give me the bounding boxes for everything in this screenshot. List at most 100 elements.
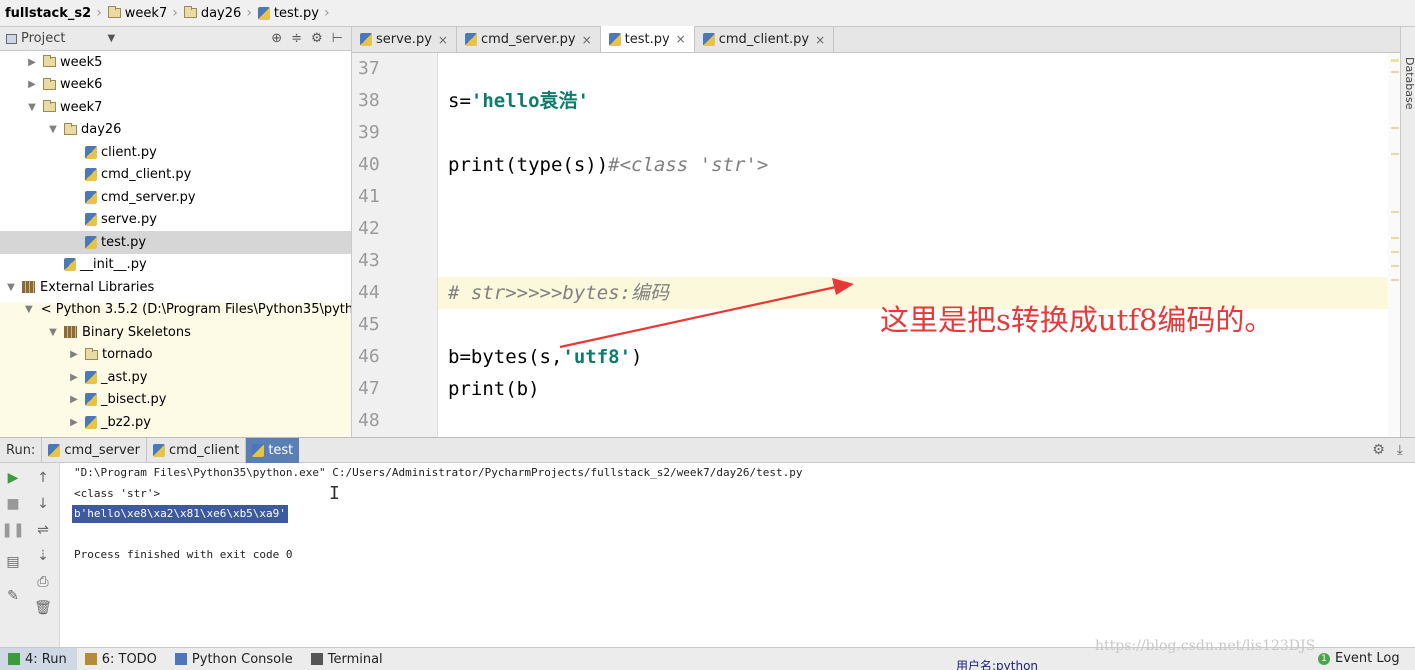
code-marker[interactable] [1391, 237, 1399, 239]
editor-tab[interactable]: serve.py × [352, 27, 457, 52]
console-line[interactable]: Process finished with exit code 0 [74, 546, 293, 564]
tree-row[interactable]: ▼ External Libraries [0, 276, 351, 299]
tool-window-button[interactable]: 6: TODO [77, 648, 167, 670]
collapsed-arrow-icon[interactable]: ▶ [67, 372, 81, 383]
expanded-arrow-icon[interactable]: ▼ [46, 124, 60, 135]
tree-row[interactable]: __init__.py [0, 254, 351, 277]
code-marker[interactable] [1391, 71, 1399, 73]
gear-icon[interactable]: ⚙ [311, 31, 323, 46]
hide-panel-icon[interactable]: ⤓ [1397, 442, 1403, 458]
tree-row[interactable]: ▼ < Python 3.5.2 (D:\Program Files\Python… [0, 299, 351, 322]
editor-error-stripe[interactable] [1388, 53, 1400, 437]
tree-row[interactable]: ▶ _bisect.py [0, 389, 351, 412]
tree-row[interactable]: ▶ week5 [0, 51, 351, 74]
breadcrumb-item-file[interactable]: test.py [256, 0, 321, 27]
pause-button[interactable]: ❚❚ [1, 519, 24, 541]
collapsed-arrow-icon[interactable]: ▶ [25, 57, 39, 68]
tree-row[interactable]: ▶ tornado [0, 344, 351, 367]
code-line[interactable] [438, 181, 1388, 213]
event-log-button[interactable]: 1 Event Log [1318, 647, 1400, 670]
code-line[interactable]: b=bytes(s,'utf8') [438, 341, 1388, 373]
expanded-arrow-icon[interactable]: ▼ [25, 304, 33, 315]
close-icon[interactable]: × [438, 33, 448, 47]
expanded-arrow-icon[interactable]: ▼ [46, 327, 60, 338]
code-marker[interactable] [1391, 153, 1399, 155]
code-line[interactable]: print(b) [438, 373, 1388, 405]
tree-row[interactable]: ▼ Binary Skeletons [0, 321, 351, 344]
rerun-button[interactable]: ▶ [2, 467, 24, 489]
tree-row[interactable]: client.py [0, 141, 351, 164]
gear-icon[interactable]: ⚙ [1372, 442, 1385, 458]
code-token: # str>>>>>bytes:编码 [448, 282, 670, 304]
tool-window-button[interactable]: Terminal [303, 648, 393, 670]
locate-file-icon[interactable]: ⊕ [271, 31, 282, 46]
collapsed-arrow-icon[interactable]: ▶ [67, 394, 81, 405]
collapsed-arrow-icon[interactable]: ▶ [25, 79, 39, 90]
tree-row[interactable]: test.py [0, 231, 351, 254]
run-tab[interactable]: test [245, 437, 300, 463]
tree-row[interactable]: ▶ _bz2.py [0, 411, 351, 434]
close-icon[interactable]: × [582, 33, 592, 47]
code-line[interactable] [438, 117, 1388, 149]
tree-row[interactable]: ▼ week7 [0, 96, 351, 119]
expanded-arrow-icon[interactable]: ▼ [4, 282, 18, 293]
editor-tab[interactable]: cmd_client.py × [695, 27, 835, 52]
code-marker[interactable] [1391, 127, 1399, 129]
code-marker[interactable] [1391, 265, 1399, 267]
chevron-down-icon[interactable]: ▼ [107, 33, 115, 44]
console-line[interactable]: b'hello\xe8\xa2\x81\xe6\xb5\xa9' [72, 505, 288, 523]
code-line[interactable] [438, 245, 1388, 277]
tree-row[interactable]: ▶ _ast.py [0, 366, 351, 389]
down-arrow-icon[interactable]: ↓ [32, 493, 54, 515]
database-tool-tab[interactable]: Database [1403, 57, 1415, 110]
collapsed-arrow-icon[interactable]: ▶ [67, 349, 81, 360]
breadcrumb-item-day26[interactable]: day26 [182, 0, 243, 27]
run-icon [8, 653, 20, 665]
console-line[interactable]: "D:\Program Files\Python35\python.exe" C… [74, 464, 802, 482]
editor-tab[interactable]: cmd_server.py × [457, 27, 601, 52]
tree-item-label: __init__.py [80, 257, 147, 273]
code-marker[interactable] [1391, 211, 1399, 213]
code-line[interactable] [438, 213, 1388, 245]
console-line[interactable]: <class 'str'> [74, 485, 160, 503]
warning-marker[interactable] [1391, 59, 1399, 62]
tool-window-button[interactable]: Python Console [167, 648, 303, 670]
code-area[interactable]: s='hello袁浩' print(type(s))#<class 'str'> #… [438, 53, 1388, 437]
hide-panel-icon[interactable]: ⊢ [332, 31, 343, 46]
tree-row[interactable]: ▶ week6 [0, 74, 351, 97]
tree-row[interactable]: cmd_server.py [0, 186, 351, 209]
collapse-all-icon[interactable]: ≑ [291, 31, 302, 46]
breadcrumb-item-week7[interactable]: week7 [106, 0, 169, 27]
code-editor[interactable]: 37 38 39 40 41 42 43 44 45 46 47 48 s='hello袁浩' prin… [352, 53, 1400, 437]
run-tab[interactable]: cmd_client [146, 437, 245, 463]
tree-row[interactable]: serve.py [0, 209, 351, 232]
soft-wrap-icon[interactable]: ⇌ [32, 519, 54, 541]
close-icon[interactable]: × [676, 32, 686, 46]
restore-layout-button[interactable]: ▤ [2, 551, 24, 573]
code-line[interactable]: print(type(s))#<class 'str'> [438, 149, 1388, 181]
pin-tab-button[interactable]: ✎ [2, 585, 24, 607]
up-arrow-icon[interactable]: ↑ [32, 467, 54, 489]
collapsed-arrow-icon[interactable]: ▶ [67, 417, 81, 428]
stop-button[interactable]: ■ [2, 493, 24, 515]
code-line[interactable] [438, 53, 1388, 85]
print-icon[interactable]: ⎙ [32, 571, 54, 593]
run-tab[interactable]: cmd_server [41, 437, 146, 463]
breadcrumb-item-root[interactable]: fullstack_s2 [3, 0, 93, 27]
expanded-arrow-icon[interactable]: ▼ [25, 102, 39, 113]
code-token: 'hello袁浩' [470, 90, 589, 112]
code-marker[interactable] [1391, 279, 1399, 281]
scroll-to-end-icon[interactable]: ⇣ [32, 545, 54, 567]
code-marker[interactable] [1391, 251, 1399, 253]
code-line[interactable] [438, 405, 1388, 437]
tree-row[interactable]: ▼ day26 [0, 119, 351, 142]
tool-window-button[interactable]: 4: Run [0, 647, 77, 670]
console-output[interactable]: "D:\Program Files\Python35\python.exe" C… [60, 463, 1415, 647]
close-icon[interactable]: × [815, 33, 825, 47]
editor-tab[interactable]: test.py × [600, 26, 695, 52]
clear-all-icon[interactable]: 🗑 [32, 597, 54, 619]
project-view-selector[interactable]: Project [21, 31, 65, 46]
code-line[interactable]: s='hello袁浩' [438, 85, 1388, 117]
tree-row[interactable]: cmd_client.py [0, 164, 351, 187]
line-number: 38 [358, 90, 380, 111]
